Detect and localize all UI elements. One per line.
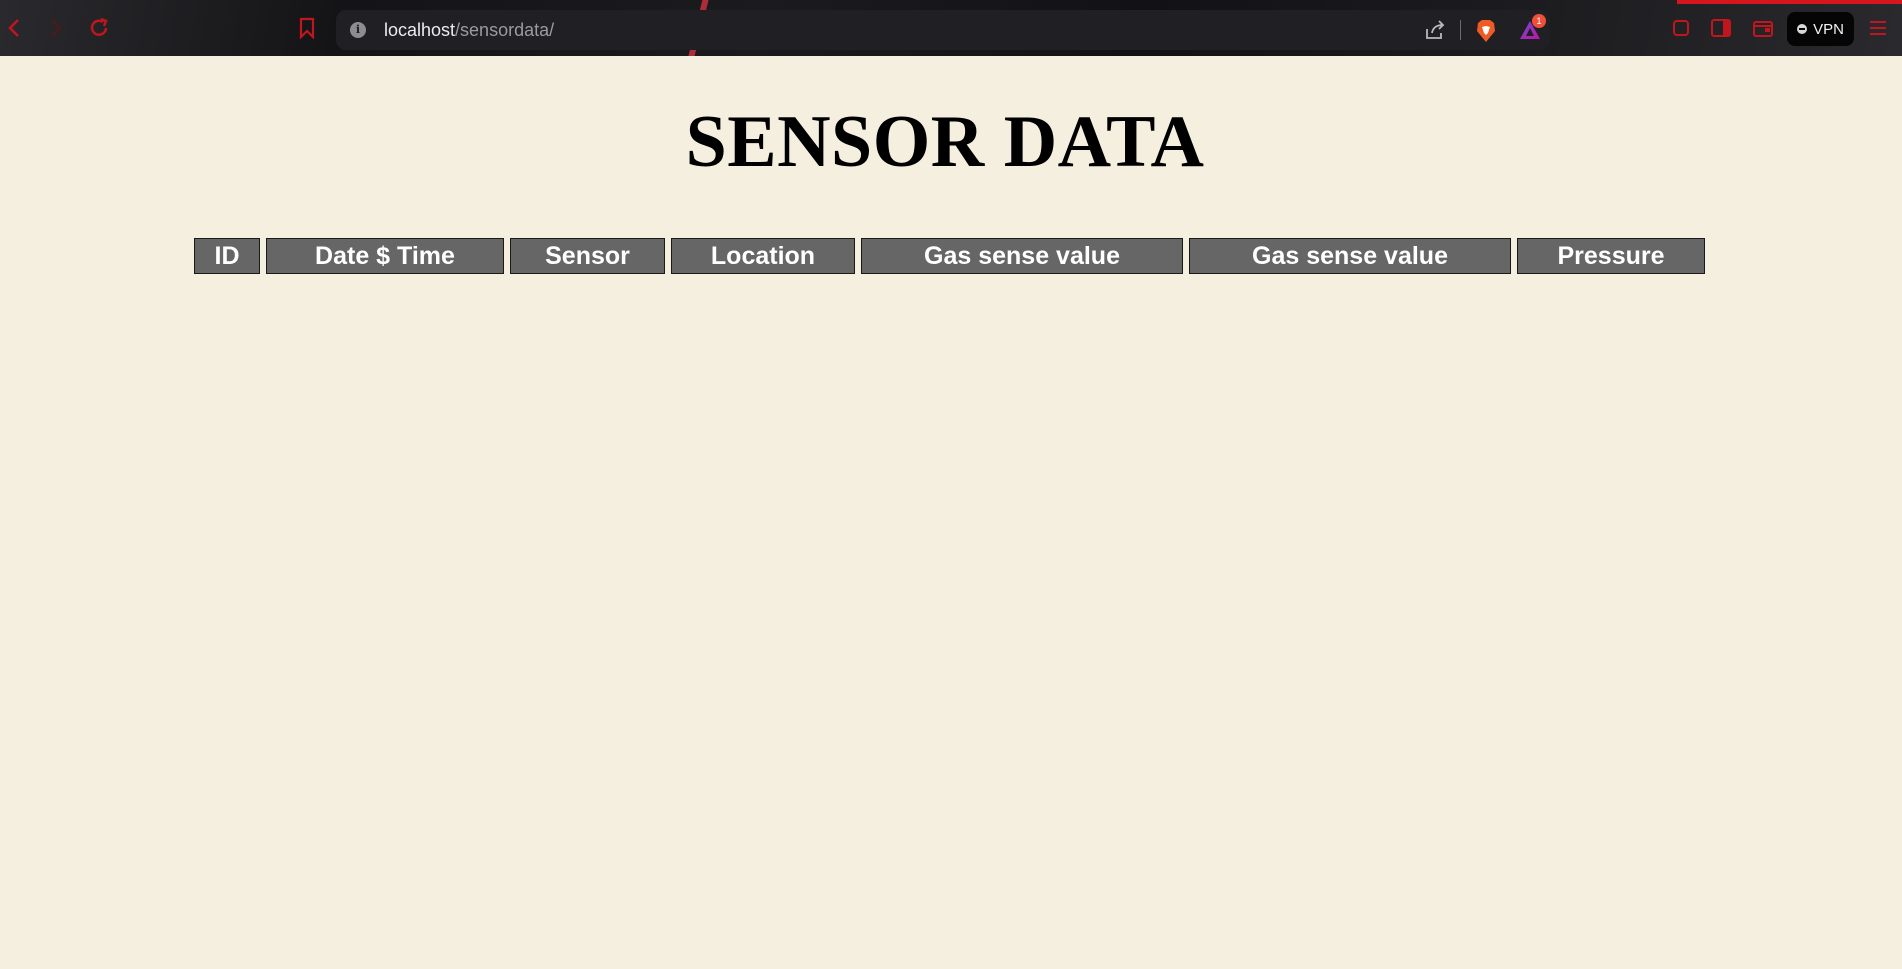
browser-toolbar: i localhost/sensordata/ 1 VPN [0, 0, 1902, 56]
url-host: localhost [384, 20, 456, 40]
column-header-id: ID [194, 238, 260, 274]
back-icon[interactable] [0, 14, 28, 42]
reload-icon[interactable] [85, 14, 113, 42]
vpn-button[interactable]: VPN [1787, 12, 1854, 46]
column-header-pressure: Pressure [1517, 238, 1705, 274]
sidebar-icon[interactable] [1707, 14, 1735, 42]
menu-icon[interactable] [1864, 14, 1892, 42]
address-divider [1460, 20, 1461, 40]
column-header-date-time: Date $ Time [266, 238, 504, 274]
brave-shields-icon[interactable] [1475, 19, 1497, 48]
column-header-location: Location [671, 238, 855, 274]
extensions-icon[interactable] [1667, 14, 1695, 42]
table-header-row: ID Date $ Time Sensor Location Gas sense… [194, 238, 1705, 274]
rewards-badge: 1 [1532, 14, 1546, 28]
url-text[interactable]: localhost/sensordata/ [384, 20, 554, 41]
wallet-icon[interactable] [1749, 14, 1777, 42]
top-accent-bar [1677, 0, 1902, 4]
column-header-gas-sense-value: Gas sense value [861, 238, 1183, 274]
page-title: SENSOR DATA [685, 101, 1205, 183]
sensor-data-table: ID Date $ Time Sensor Location Gas sense… [188, 238, 1711, 274]
info-icon[interactable]: i [350, 22, 366, 38]
column-header-gas-sense-value-2: Gas sense value [1189, 238, 1511, 274]
url-path: /sensordata/ [455, 20, 555, 40]
forward-icon[interactable] [42, 14, 70, 42]
column-header-sensor: Sensor [510, 238, 665, 274]
vpn-label: VPN [1813, 20, 1844, 38]
vpn-status-icon [1797, 24, 1808, 34]
bookmark-icon[interactable] [293, 14, 321, 42]
address-bar[interactable]: i localhost/sensordata/ 1 [336, 10, 1550, 50]
share-icon[interactable] [1424, 19, 1446, 46]
